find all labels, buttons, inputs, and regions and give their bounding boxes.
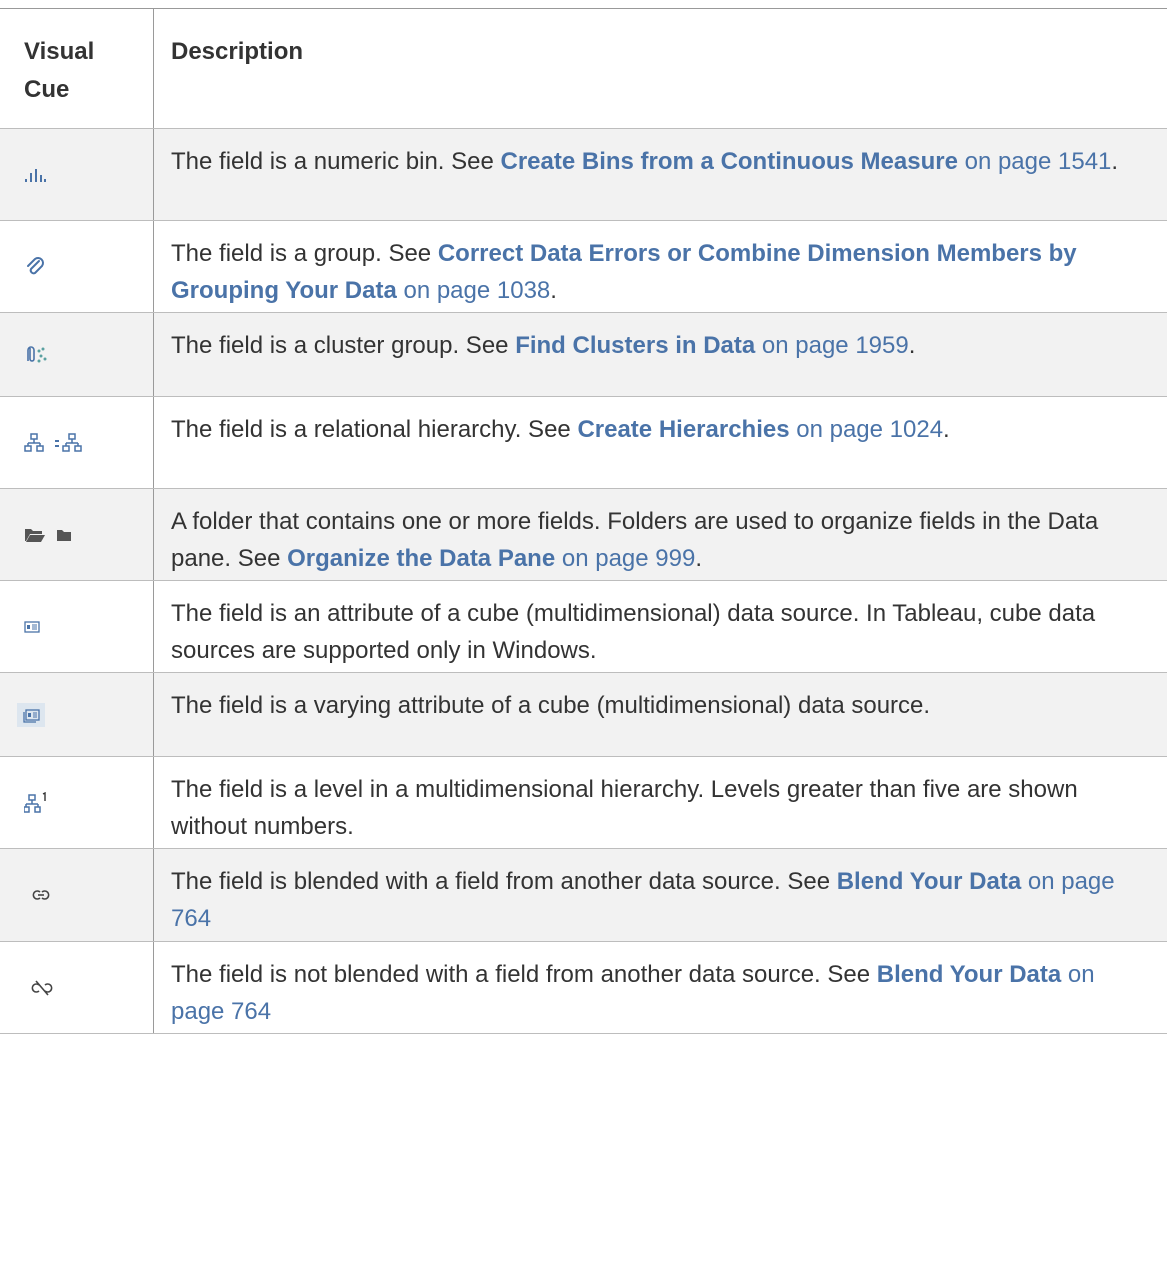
row-description: The field is not blended with a field fr…: [171, 961, 877, 988]
doc-link[interactable]: Blend Your Data: [877, 961, 1061, 988]
group-paperclip-icon: [24, 256, 46, 278]
row-description: The field is a varying attribute of a cu…: [171, 692, 931, 719]
relational-hierarchy-icon: [24, 432, 82, 453]
header-visual-cue: Visual Cue: [0, 9, 154, 128]
visual-cue-table: Visual Cue Description The field is a nu…: [0, 8, 1167, 1034]
doc-link[interactable]: Blend Your Data: [837, 868, 1021, 895]
blend-broken-link-icon: [31, 979, 53, 996]
hierarchy-level-icon: [24, 791, 48, 814]
table-row: The field is not blended with a field fr…: [0, 942, 1167, 1034]
table-row: The field is a group. See Correct Data E…: [0, 221, 1167, 313]
doc-link[interactable]: Create Bins from a Continuous Measure: [501, 148, 958, 175]
doc-link[interactable]: Create Hierarchies: [577, 416, 789, 443]
varying-attribute-icon: [17, 702, 45, 727]
table-row: The field is an attribute of a cube (mul…: [0, 581, 1167, 673]
row-description: The field is blended with a field from a…: [171, 868, 837, 895]
header-visual-cue-label: Visual Cue: [24, 38, 95, 103]
folder-icon: [24, 527, 72, 543]
cluster-group-icon: [24, 345, 48, 365]
row-description: The field is a cluster group. See: [171, 332, 516, 359]
numeric-bin-icon: [24, 168, 46, 182]
page-reference-link[interactable]: on page 1024: [790, 416, 943, 443]
page-reference-link[interactable]: on page 1959: [755, 332, 909, 359]
blend-link-icon: [31, 888, 51, 902]
page-reference-link[interactable]: on page 1541: [958, 148, 1112, 175]
cube-attribute-icon: [24, 620, 40, 634]
table-row: The field is a varying attribute of a cu…: [0, 673, 1167, 757]
table-header-row: Visual Cue Description: [0, 9, 1167, 129]
row-description: The field is a numeric bin. See: [171, 148, 501, 175]
header-description-label: Description: [171, 38, 304, 65]
row-description: The field is a relational hierarchy. See: [171, 416, 578, 443]
table-row: The field is a level in a multidimension…: [0, 757, 1167, 849]
doc-link[interactable]: Find Clusters in Data: [515, 332, 755, 359]
page-reference-link[interactable]: on page 1038: [397, 277, 550, 304]
row-description: The field is a group. See: [171, 240, 438, 267]
table-row: The field is a numeric bin. See Create B…: [0, 129, 1167, 221]
doc-link[interactable]: Organize the Data Pane: [287, 545, 555, 572]
row-description: The field is a level in a multidimension…: [171, 776, 1078, 840]
page-reference-link[interactable]: on page 999: [555, 545, 695, 572]
row-description: The field is an attribute of a cube (mul…: [171, 600, 1096, 664]
header-description: Description: [154, 9, 1167, 128]
table-row: The field is a relational hierarchy. See…: [0, 397, 1167, 489]
table-row: The field is blended with a field from a…: [0, 849, 1167, 942]
table-row: A folder that contains one or more field…: [0, 489, 1167, 581]
table-row: The field is a cluster group. See Find C…: [0, 313, 1167, 397]
